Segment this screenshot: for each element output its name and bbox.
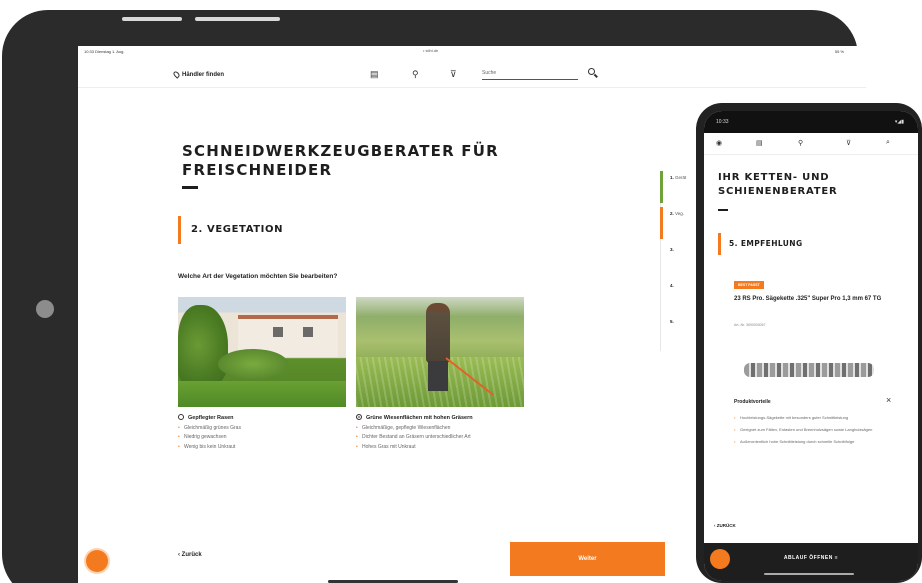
address-bar[interactable]: • stihl.de	[423, 48, 438, 53]
phone-screen: 10:33 ▾◢▮ ◉ ▤ ⚲ ⊽ ⌕ IHR KETTEN- UND SCHI…	[704, 111, 918, 581]
features-list: Hochleistungs-Sägekette mit besonders gu…	[734, 415, 904, 451]
phone-back-label: ZURÜCK	[716, 523, 736, 528]
open-flow-button[interactable]: ABLAUF ÖFFNEN ≡	[704, 543, 918, 581]
step-heading: 2. VEGETATION	[178, 216, 283, 244]
battery-indicator: 55 %	[834, 49, 844, 54]
window-shape	[273, 327, 283, 337]
step-title: 2. VEGETATION	[191, 224, 284, 235]
option-label: Gepflegter Rasen	[188, 415, 234, 421]
option-bullets: Gleichmäßige, gepflegte Wiesenflächen Di…	[356, 425, 496, 451]
dealer-finder-label: Händler finden	[182, 71, 225, 78]
bullet-item: Niedrig gewachsen	[178, 434, 346, 441]
progress-num: 2.	[670, 211, 674, 216]
feature-item: Hochleistungs-Sägekette mit besonders gu…	[734, 415, 904, 421]
bullet-item: Hohes Gras mit Unkraut	[356, 444, 496, 451]
product-name[interactable]: 23 RS Pro. Sägekette .325" Super Pro 1,3…	[734, 295, 904, 304]
site-header: Händler finden ▤ ⚲ ⊽ Suche	[78, 62, 866, 88]
option-lawn[interactable]: Gepflegter Rasen Gleichmäßig grünes Gras…	[178, 414, 346, 453]
lawn-photo[interactable]	[178, 297, 346, 407]
progress-num: 1.	[670, 175, 674, 180]
step-progress: 1. Gerät 2. Veg. 3. 4. 5.	[660, 171, 700, 351]
option-meadow[interactable]: Grüne Wiesenflächen mit hohen Gräsern Gl…	[356, 414, 496, 453]
features-title: Produktvorteile	[734, 399, 771, 405]
search-placeholder: Suche	[482, 70, 497, 76]
phone-page-title: IHR KETTEN- UND SCHIENENBERATER	[718, 172, 838, 197]
feature-item: Geeignet zum Fällen, Entasten und Brennh…	[734, 427, 904, 433]
title-underline	[182, 186, 198, 189]
volume-button	[122, 17, 182, 21]
menu-icon[interactable]: ▤	[756, 139, 763, 147]
user-icon[interactable]: ⚲	[798, 139, 803, 147]
user-icon[interactable]: ⚲	[412, 70, 419, 79]
location-pin-icon[interactable]: ◉	[716, 139, 722, 147]
radio-lawn[interactable]	[178, 414, 184, 420]
page-title: SCHNEIDWERKZEUGBERATER FÜR FREISCHNEIDER	[182, 142, 499, 179]
phone-step-title: 5. EMPFEHLUNG	[718, 233, 803, 255]
phone-home-indicator	[764, 573, 854, 575]
menu-icon[interactable]: ▤	[370, 70, 379, 79]
radio-meadow[interactable]	[356, 414, 362, 420]
scene: 10:33 Dienstag 1. Aug. • stihl.de 55 % H…	[0, 0, 922, 583]
back-link[interactable]: ‹ Zurück	[178, 552, 202, 558]
person-shape	[426, 303, 450, 363]
camera-dot	[36, 300, 54, 318]
progress-label: Gerät	[675, 175, 687, 180]
status-time: 10:33 Dienstag 1. Aug.	[84, 49, 125, 54]
phone-back-link[interactable]: ‹ ZURÜCK	[714, 523, 736, 528]
option-bullets: Gleichmäßig grünes Gras Niedrig gewachse…	[178, 425, 346, 451]
status-bar: 10:33 Dienstag 1. Aug. • stihl.de 55 %	[78, 46, 866, 60]
option-label: Grüne Wiesenflächen mit hohen Gräsern	[366, 415, 473, 421]
question-text: Welche Art der Vegetation möchten Sie be…	[178, 273, 338, 280]
feature-item: Außerordentlich hohe Schnittleistung dur…	[734, 439, 904, 445]
phone-title-underline	[718, 209, 728, 211]
progress-step-2[interactable]: 2. Veg.	[660, 207, 700, 239]
dealer-finder-link[interactable]: Händler finden	[172, 70, 225, 79]
saw-chain-image	[744, 363, 874, 377]
search-input[interactable]: Suche	[482, 70, 578, 80]
search-icon[interactable]	[588, 68, 595, 75]
phone-chat-fab-button[interactable]	[710, 549, 730, 569]
cart-icon[interactable]: ⊽	[846, 139, 851, 147]
progress-step-3[interactable]: 3.	[660, 243, 700, 275]
progress-num: 5.	[670, 319, 674, 324]
close-icon[interactable]: ×	[886, 395, 891, 405]
progress-step-1[interactable]: 1. Gerät	[660, 171, 700, 203]
phone-header: ◉ ▤ ⚲ ⊽ ⌕	[704, 133, 918, 155]
bush-shape	[218, 349, 288, 379]
location-pin-icon	[172, 70, 181, 79]
person-legs-shape	[428, 361, 448, 391]
bullet-item: Wenig bis kein Unkraut	[178, 444, 346, 451]
cart-icon[interactable]: ⊽	[450, 70, 457, 79]
bullet-item: Gleichmäßig grünes Gras	[178, 425, 346, 432]
phone-status-time: 10:33	[716, 119, 729, 125]
back-label: Zurück	[181, 552, 202, 558]
progress-num: 4.	[670, 283, 674, 288]
progress-label: Veg.	[675, 211, 685, 216]
phone-status-bar: 10:33 ▾◢▮	[704, 111, 918, 133]
progress-step-4[interactable]: 4.	[660, 279, 700, 311]
bullet-item: Dichter Bestand an Gräsern unterschiedli…	[356, 434, 496, 441]
power-button	[195, 17, 280, 21]
search-icon[interactable]: ⌕	[886, 139, 890, 147]
progress-num: 3.	[670, 247, 674, 252]
chat-fab-button[interactable]	[86, 550, 108, 572]
lawn-shape	[178, 381, 346, 407]
meadow-photo[interactable]	[356, 297, 524, 407]
progress-step-5[interactable]: 5.	[660, 315, 700, 347]
phone-device: 10:33 ▾◢▮ ◉ ▤ ⚲ ⊽ ⌕ IHR KETTEN- UND SCHI…	[696, 103, 922, 583]
recommendation-badge: BEST PASST	[734, 281, 764, 289]
next-button[interactable]: Weiter	[510, 542, 665, 576]
tree-shape	[178, 305, 228, 385]
article-number: Art.-Nr. 3690000067	[734, 323, 766, 327]
phone-status-icons: ▾◢▮	[894, 119, 904, 125]
window-shape	[303, 327, 313, 337]
bullet-item: Gleichmäßige, gepflegte Wiesenflächen	[356, 425, 496, 432]
